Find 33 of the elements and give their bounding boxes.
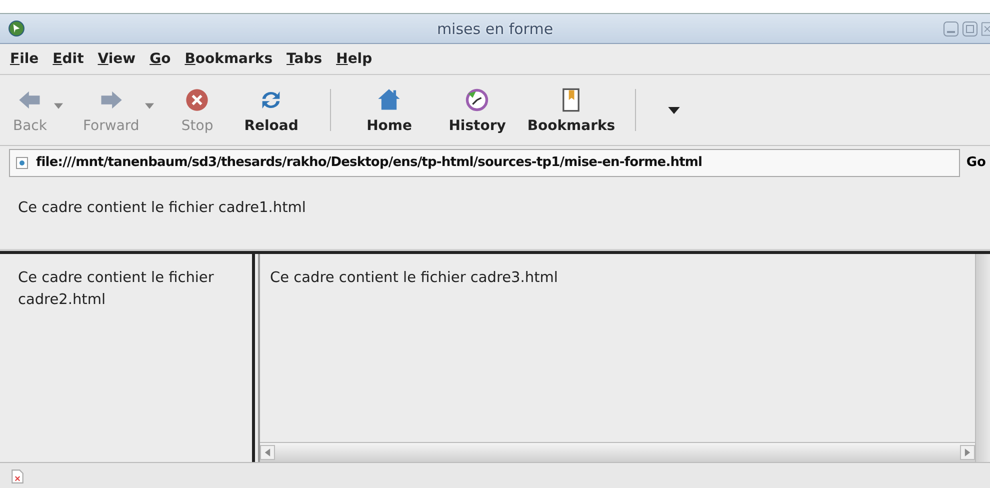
maximize-button[interactable]	[962, 20, 978, 38]
globe-icon	[8, 20, 25, 37]
menu-item[interactable]: Edit	[52, 51, 84, 67]
dropdown-caret-icon[interactable]	[54, 102, 63, 108]
horizontal-scrollbar[interactable]	[260, 442, 975, 462]
scroll-left-icon[interactable]	[260, 445, 275, 460]
menu-item[interactable]: File	[10, 51, 39, 67]
menu-item[interactable]: Go	[150, 51, 171, 67]
minimize-button[interactable]	[943, 20, 959, 38]
page-icon	[16, 156, 28, 168]
menu-item[interactable]: Help	[336, 51, 372, 67]
vertical-scrollbar[interactable]	[975, 254, 990, 462]
clock-icon	[464, 86, 490, 112]
frame-text: Ce cadre contient le fichier cadre2.html	[18, 270, 214, 308]
house-icon	[376, 86, 402, 112]
frame-text: Ce cadre contient le fichier cadre1.html	[18, 200, 306, 216]
go-button[interactable]: Go	[964, 155, 988, 170]
scroll-right-icon[interactable]	[960, 445, 975, 460]
menu-item[interactable]: Bookmarks	[184, 51, 273, 67]
bookmarks-button[interactable]: Bookmarks	[521, 84, 622, 136]
dropdown-caret-icon[interactable]	[145, 102, 154, 108]
stop-icon	[184, 86, 210, 112]
history-button[interactable]: History	[433, 84, 522, 136]
frame-text: Ce cadre contient le fichier cadre3.html	[270, 270, 558, 286]
home-button[interactable]: Home	[345, 84, 434, 136]
document-error-icon	[10, 468, 25, 484]
overflow-caret-icon[interactable]	[668, 106, 680, 114]
window-title: mises en forme	[436, 20, 554, 38]
address-field[interactable]: file:///mnt/tanenbaum/sd3/thesards/rakho/Desktop/ens/tp-html/sources-tp1/mise-en-forme.html	[9, 148, 960, 176]
menu-item[interactable]: Tabs	[286, 51, 322, 67]
reload-button[interactable]: Reload	[226, 84, 316, 136]
close-button[interactable]	[981, 20, 990, 38]
menu-item[interactable]: View	[98, 51, 136, 67]
